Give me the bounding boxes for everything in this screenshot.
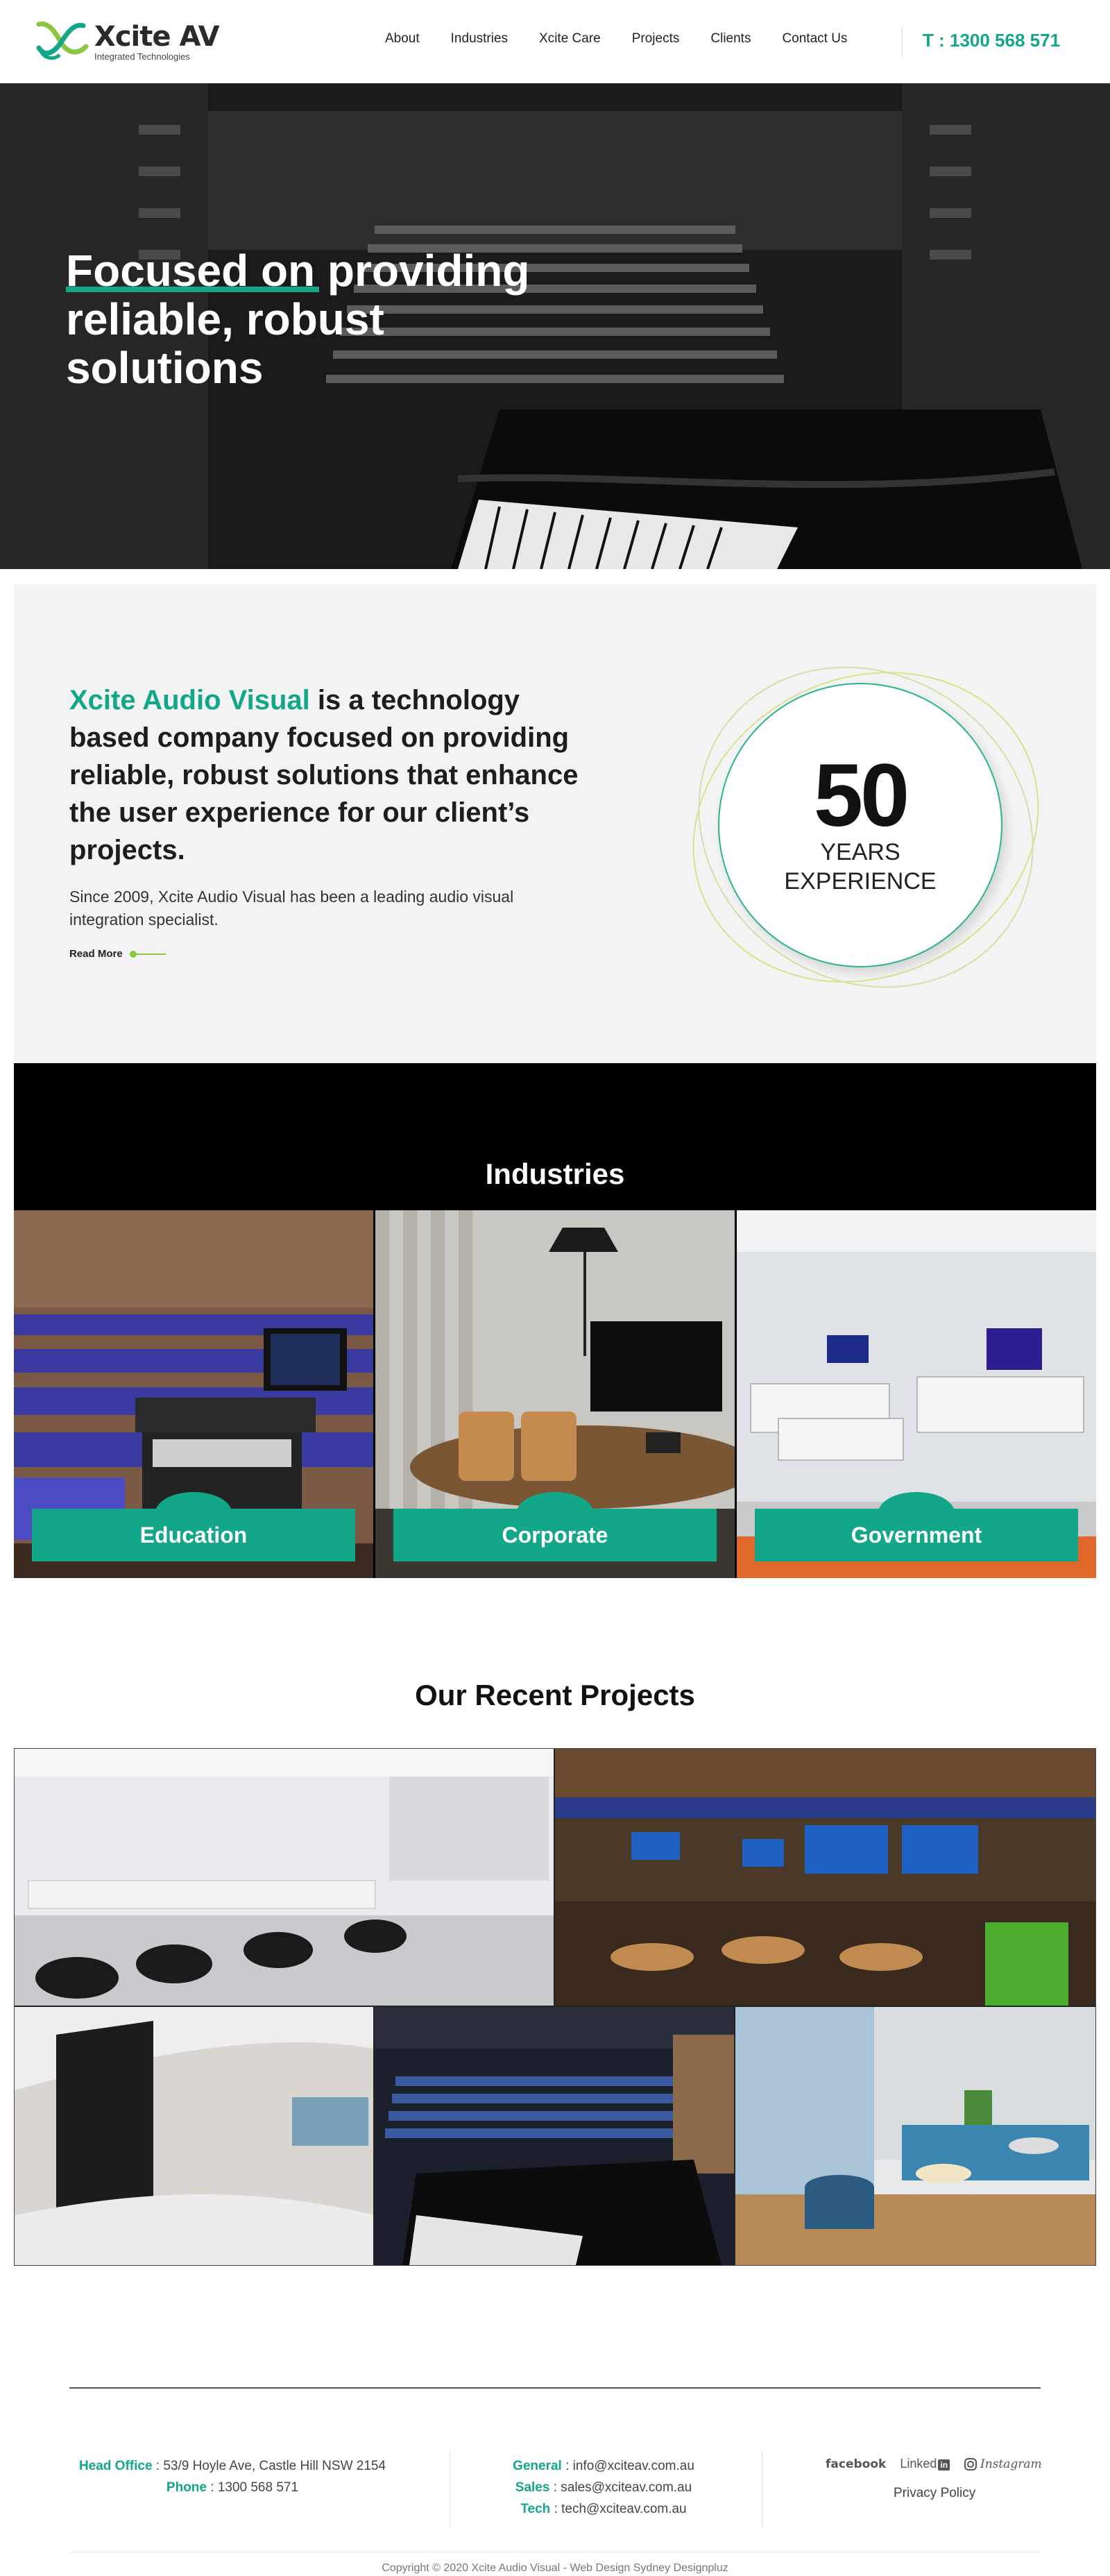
- footer-phone-line[interactable]: Phone : 1300 568 571: [69, 2477, 395, 2498]
- video-wall-image: [15, 2007, 373, 2265]
- facebook-icon[interactable]: facebook: [826, 2457, 886, 2471]
- instagram-glyph-icon: [964, 2457, 977, 2471]
- experience-number: 50: [813, 746, 910, 845]
- head-office-label: Head Office: [78, 2459, 153, 2473]
- general-email-label: General: [513, 2459, 562, 2473]
- industry-button-corporate[interactable]: Corporate: [393, 1492, 717, 1561]
- read-more-link[interactable]: Read More: [69, 948, 166, 960]
- read-more-arrow-icon: [129, 950, 166, 958]
- about-description: Since 2009, Xcite Audio Visual has been …: [69, 888, 514, 929]
- tech-email: : tech@xciteav.com.au: [550, 2502, 687, 2516]
- copyright-text: Copyright © 2020 Xcite Audio Visual - We…: [382, 2562, 728, 2574]
- nav-projects[interactable]: Projects: [632, 31, 680, 46]
- hero-banner: Focused on providing reliable, robust so…: [0, 83, 1110, 569]
- site-footer: Head Office : 53/9 Hoyle Ave, Castle Hil…: [0, 2389, 1110, 2576]
- industries-section: Industries Education Corporate Governmen…: [14, 1063, 1096, 1578]
- tech-email-label: Tech: [520, 2502, 551, 2516]
- nav-contact-us[interactable]: Contact Us: [782, 31, 847, 46]
- nav-clients[interactable]: Clients: [710, 31, 751, 46]
- projects-title: Our Recent Projects: [415, 1679, 695, 1711]
- industries-grid: Education Corporate Government: [14, 1210, 1096, 1578]
- industry-button-education[interactable]: Education: [32, 1492, 355, 1561]
- header-phone-link[interactable]: T : 1300 568 571: [923, 30, 1060, 51]
- footer-email-block: General : info@xciteav.com.au Sales : sa…: [458, 2455, 749, 2520]
- linkedin-icon[interactable]: Linked in: [900, 2457, 950, 2471]
- experience-label-years: YEARS: [820, 839, 900, 865]
- general-email-line[interactable]: General : info@xciteav.com.au: [458, 2455, 749, 2477]
- site-header: Xcite AV Integrated Technologies About I…: [0, 0, 1110, 83]
- privacy-policy-link[interactable]: Privacy Policy: [894, 2486, 975, 2501]
- head-office-line: Head Office : 53/9 Hoyle Ave, Castle Hil…: [69, 2455, 395, 2477]
- main-nav: About Industries Xcite Care Projects Cli…: [385, 31, 878, 46]
- sales-email: : sales@xciteav.com.au: [549, 2480, 692, 2495]
- logo-tagline: Integrated Technologies: [94, 51, 190, 62]
- nav-industries[interactable]: Industries: [451, 31, 508, 46]
- industry-card-government[interactable]: Government: [737, 1210, 1096, 1578]
- nav-xcite-care[interactable]: Xcite Care: [539, 31, 601, 46]
- project-tile-theatre[interactable]: [375, 2007, 735, 2265]
- instagram-text: Instagram: [980, 2457, 1042, 2471]
- industry-card-education[interactable]: Education: [14, 1210, 375, 1578]
- social-links: facebook Linked in Instagram: [826, 2457, 1042, 2471]
- head-office-address: : 53/9 Hoyle Ave, Castle Hill NSW 2154: [152, 2459, 386, 2473]
- footer-phone-label: Phone: [166, 2480, 207, 2495]
- lounge-seating-image: [735, 2007, 1095, 2265]
- sports-bar-image: [555, 1749, 1095, 2006]
- logo-name: Xcite AV: [94, 20, 220, 53]
- sales-email-label: Sales: [515, 2480, 550, 2495]
- about-heading: Xcite Audio Visual is a technology based…: [69, 681, 583, 869]
- footer-phone-number: : 1300 568 571: [206, 2480, 299, 2495]
- theatre-piano-image: [375, 2007, 734, 2265]
- project-tile-lounge[interactable]: [735, 2007, 1095, 2265]
- nav-divider: [902, 26, 903, 57]
- sales-email-line[interactable]: Sales : sales@xciteav.com.au: [458, 2477, 749, 2498]
- industry-card-corporate[interactable]: Corporate: [375, 1210, 737, 1578]
- nav-about[interactable]: About: [385, 31, 420, 46]
- hero-title: Focused on providing reliable, robust so…: [66, 246, 530, 393]
- about-section: Xcite Audio Visual is a technology based…: [14, 584, 1096, 1063]
- xcite-logo-icon: [36, 21, 89, 60]
- projects-grid: [14, 1748, 1096, 2266]
- about-brand-name: Xcite Audio Visual: [69, 685, 310, 715]
- project-tile-sports-bar[interactable]: [555, 1749, 1095, 2007]
- experience-circle: 50 YEARS EXPERIENCE: [718, 683, 1002, 967]
- industries-title: Industries: [485, 1158, 625, 1190]
- project-tile-video-wall[interactable]: [15, 2007, 375, 2265]
- linkedin-text: Linked: [900, 2457, 937, 2471]
- footer-address-block: Head Office : 53/9 Hoyle Ave, Castle Hil…: [69, 2455, 395, 2498]
- project-tile-training-room[interactable]: [15, 1749, 555, 2007]
- general-email: : info@xciteav.com.au: [561, 2459, 694, 2473]
- tech-email-line[interactable]: Tech : tech@xciteav.com.au: [458, 2498, 749, 2520]
- instagram-icon[interactable]: Instagram: [964, 2457, 1042, 2471]
- experience-badge: 50 YEARS EXPERIENCE: [678, 643, 1053, 1011]
- read-more-label: Read More: [69, 948, 123, 960]
- linkedin-badge: in: [938, 2459, 950, 2471]
- industry-button-government[interactable]: Government: [755, 1492, 1078, 1561]
- experience-label-experience: EXPERIENCE: [784, 868, 937, 895]
- training-room-image: [15, 1749, 554, 2006]
- logo[interactable]: Xcite AV Integrated Technologies: [35, 19, 220, 65]
